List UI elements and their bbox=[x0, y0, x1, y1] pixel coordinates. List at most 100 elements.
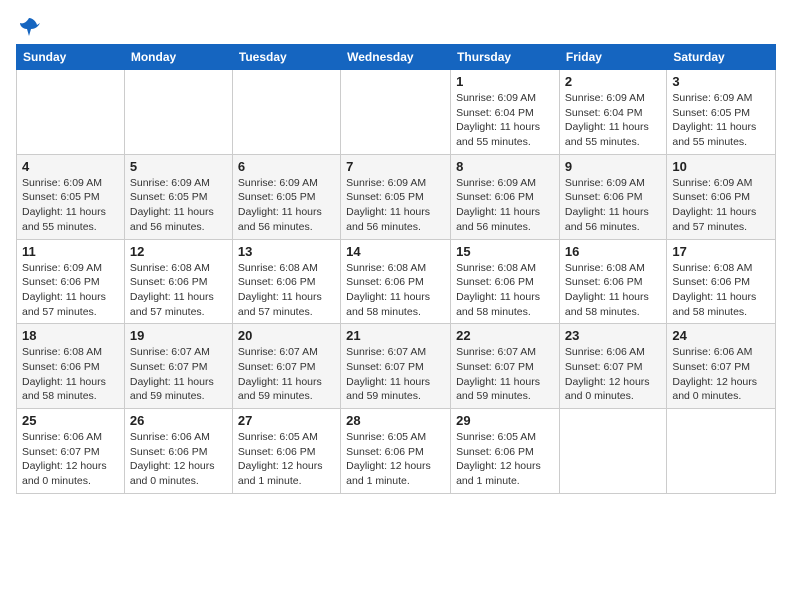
day-info: Sunrise: 6:07 AM Sunset: 6:07 PM Dayligh… bbox=[456, 345, 554, 404]
day-info: Sunrise: 6:06 AM Sunset: 6:07 PM Dayligh… bbox=[22, 430, 119, 489]
day-number: 16 bbox=[565, 244, 661, 259]
day-number: 6 bbox=[238, 159, 335, 174]
day-info: Sunrise: 6:09 AM Sunset: 6:05 PM Dayligh… bbox=[346, 176, 445, 235]
weekday-header-cell: Wednesday bbox=[341, 45, 451, 70]
calendar-cell: 20 Sunrise: 6:07 AM Sunset: 6:07 PM Dayli… bbox=[232, 324, 340, 409]
weekday-header-cell: Thursday bbox=[451, 45, 560, 70]
day-number: 28 bbox=[346, 413, 445, 428]
day-number: 19 bbox=[130, 328, 227, 343]
day-info: Sunrise: 6:05 AM Sunset: 6:06 PM Dayligh… bbox=[456, 430, 554, 489]
day-info: Sunrise: 6:09 AM Sunset: 6:06 PM Dayligh… bbox=[456, 176, 554, 235]
calendar-week-row: 1Sunrise: 6:09 AM Sunset: 6:04 PM Daylig… bbox=[17, 70, 776, 155]
calendar-cell: 25 Sunrise: 6:06 AM Sunset: 6:07 PM Dayli… bbox=[17, 409, 125, 494]
day-number: 1 bbox=[456, 74, 554, 89]
calendar-cell bbox=[667, 409, 776, 494]
calendar-cell: 23 Sunrise: 6:06 AM Sunset: 6:07 PM Dayli… bbox=[559, 324, 666, 409]
weekday-header-cell: Saturday bbox=[667, 45, 776, 70]
calendar-cell: 1Sunrise: 6:09 AM Sunset: 6:04 PM Daylig… bbox=[451, 70, 560, 155]
weekday-header-row: SundayMondayTuesdayWednesdayThursdayFrid… bbox=[17, 45, 776, 70]
logo-bird-icon bbox=[18, 16, 40, 38]
calendar-cell: 7 Sunrise: 6:09 AM Sunset: 6:05 PM Daylig… bbox=[341, 154, 451, 239]
day-info: Sunrise: 6:08 AM Sunset: 6:06 PM Dayligh… bbox=[130, 261, 227, 320]
day-number: 5 bbox=[130, 159, 227, 174]
day-number: 8 bbox=[456, 159, 554, 174]
day-info: Sunrise: 6:09 AM Sunset: 6:06 PM Dayligh… bbox=[22, 261, 119, 320]
calendar-cell: 29 Sunrise: 6:05 AM Sunset: 6:06 PM Dayli… bbox=[451, 409, 560, 494]
day-number: 14 bbox=[346, 244, 445, 259]
logo bbox=[16, 16, 40, 34]
calendar-week-row: 25 Sunrise: 6:06 AM Sunset: 6:07 PM Dayli… bbox=[17, 409, 776, 494]
day-info: Sunrise: 6:09 AM Sunset: 6:05 PM Dayligh… bbox=[130, 176, 227, 235]
day-number: 29 bbox=[456, 413, 554, 428]
calendar-cell: 19 Sunrise: 6:07 AM Sunset: 6:07 PM Dayli… bbox=[124, 324, 232, 409]
calendar-body: 1Sunrise: 6:09 AM Sunset: 6:04 PM Daylig… bbox=[17, 70, 776, 494]
day-number: 4 bbox=[22, 159, 119, 174]
day-number: 25 bbox=[22, 413, 119, 428]
day-info: Sunrise: 6:05 AM Sunset: 6:06 PM Dayligh… bbox=[346, 430, 445, 489]
day-number: 13 bbox=[238, 244, 335, 259]
calendar-cell: 9Sunrise: 6:09 AM Sunset: 6:06 PM Daylig… bbox=[559, 154, 666, 239]
day-info: Sunrise: 6:08 AM Sunset: 6:06 PM Dayligh… bbox=[22, 345, 119, 404]
calendar-cell: 15 Sunrise: 6:08 AM Sunset: 6:06 PM Dayli… bbox=[451, 239, 560, 324]
calendar-cell: 26 Sunrise: 6:06 AM Sunset: 6:06 PM Dayli… bbox=[124, 409, 232, 494]
day-info: Sunrise: 6:08 AM Sunset: 6:06 PM Dayligh… bbox=[456, 261, 554, 320]
day-number: 18 bbox=[22, 328, 119, 343]
day-info: Sunrise: 6:09 AM Sunset: 6:05 PM Dayligh… bbox=[238, 176, 335, 235]
calendar-week-row: 4 Sunrise: 6:09 AM Sunset: 6:05 PM Daylig… bbox=[17, 154, 776, 239]
calendar-cell: 13 Sunrise: 6:08 AM Sunset: 6:06 PM Dayli… bbox=[232, 239, 340, 324]
day-number: 11 bbox=[22, 244, 119, 259]
calendar-cell: 18 Sunrise: 6:08 AM Sunset: 6:06 PM Dayli… bbox=[17, 324, 125, 409]
day-number: 24 bbox=[672, 328, 770, 343]
weekday-header-cell: Tuesday bbox=[232, 45, 340, 70]
calendar-cell bbox=[341, 70, 451, 155]
day-info: Sunrise: 6:07 AM Sunset: 6:07 PM Dayligh… bbox=[346, 345, 445, 404]
day-info: Sunrise: 6:07 AM Sunset: 6:07 PM Dayligh… bbox=[130, 345, 227, 404]
calendar-cell: 2Sunrise: 6:09 AM Sunset: 6:04 PM Daylig… bbox=[559, 70, 666, 155]
calendar-cell bbox=[559, 409, 666, 494]
day-info: Sunrise: 6:05 AM Sunset: 6:06 PM Dayligh… bbox=[238, 430, 335, 489]
day-number: 22 bbox=[456, 328, 554, 343]
day-number: 2 bbox=[565, 74, 661, 89]
calendar-cell: 24Sunrise: 6:06 AM Sunset: 6:07 PM Dayli… bbox=[667, 324, 776, 409]
day-number: 3 bbox=[672, 74, 770, 89]
calendar-cell: 5 Sunrise: 6:09 AM Sunset: 6:05 PM Daylig… bbox=[124, 154, 232, 239]
calendar-cell: 28 Sunrise: 6:05 AM Sunset: 6:06 PM Dayli… bbox=[341, 409, 451, 494]
day-number: 15 bbox=[456, 244, 554, 259]
day-number: 23 bbox=[565, 328, 661, 343]
calendar-cell: 14 Sunrise: 6:08 AM Sunset: 6:06 PM Dayli… bbox=[341, 239, 451, 324]
day-info: Sunrise: 6:07 AM Sunset: 6:07 PM Dayligh… bbox=[238, 345, 335, 404]
weekday-header-cell: Monday bbox=[124, 45, 232, 70]
calendar-cell: 11 Sunrise: 6:09 AM Sunset: 6:06 PM Dayli… bbox=[17, 239, 125, 324]
calendar-cell: 27 Sunrise: 6:05 AM Sunset: 6:06 PM Dayli… bbox=[232, 409, 340, 494]
calendar-table: SundayMondayTuesdayWednesdayThursdayFrid… bbox=[16, 44, 776, 494]
weekday-header-cell: Sunday bbox=[17, 45, 125, 70]
day-info: Sunrise: 6:08 AM Sunset: 6:06 PM Dayligh… bbox=[346, 261, 445, 320]
calendar-cell bbox=[124, 70, 232, 155]
calendar-cell: 17 Sunrise: 6:08 AM Sunset: 6:06 PM Dayli… bbox=[667, 239, 776, 324]
day-number: 17 bbox=[672, 244, 770, 259]
day-info: Sunrise: 6:06 AM Sunset: 6:07 PM Dayligh… bbox=[565, 345, 661, 404]
day-info: Sunrise: 6:06 AM Sunset: 6:06 PM Dayligh… bbox=[130, 430, 227, 489]
day-number: 10 bbox=[672, 159, 770, 174]
day-info: Sunrise: 6:08 AM Sunset: 6:06 PM Dayligh… bbox=[238, 261, 335, 320]
day-number: 26 bbox=[130, 413, 227, 428]
calendar-cell: 8 Sunrise: 6:09 AM Sunset: 6:06 PM Daylig… bbox=[451, 154, 560, 239]
calendar-cell: 3 Sunrise: 6:09 AM Sunset: 6:05 PM Daylig… bbox=[667, 70, 776, 155]
day-info: Sunrise: 6:08 AM Sunset: 6:06 PM Dayligh… bbox=[672, 261, 770, 320]
calendar-week-row: 18 Sunrise: 6:08 AM Sunset: 6:06 PM Dayli… bbox=[17, 324, 776, 409]
calendar-cell bbox=[232, 70, 340, 155]
day-number: 12 bbox=[130, 244, 227, 259]
day-number: 21 bbox=[346, 328, 445, 343]
calendar-cell: 21 Sunrise: 6:07 AM Sunset: 6:07 PM Dayli… bbox=[341, 324, 451, 409]
day-info: Sunrise: 6:09 AM Sunset: 6:05 PM Dayligh… bbox=[672, 91, 770, 150]
page-header bbox=[16, 16, 776, 34]
day-number: 7 bbox=[346, 159, 445, 174]
calendar-cell: 12 Sunrise: 6:08 AM Sunset: 6:06 PM Dayli… bbox=[124, 239, 232, 324]
day-info: Sunrise: 6:09 AM Sunset: 6:05 PM Dayligh… bbox=[22, 176, 119, 235]
calendar-week-row: 11 Sunrise: 6:09 AM Sunset: 6:06 PM Dayli… bbox=[17, 239, 776, 324]
day-info: Sunrise: 6:09 AM Sunset: 6:06 PM Dayligh… bbox=[565, 176, 661, 235]
day-number: 20 bbox=[238, 328, 335, 343]
calendar-cell: 22 Sunrise: 6:07 AM Sunset: 6:07 PM Dayli… bbox=[451, 324, 560, 409]
weekday-header-cell: Friday bbox=[559, 45, 666, 70]
day-number: 27 bbox=[238, 413, 335, 428]
